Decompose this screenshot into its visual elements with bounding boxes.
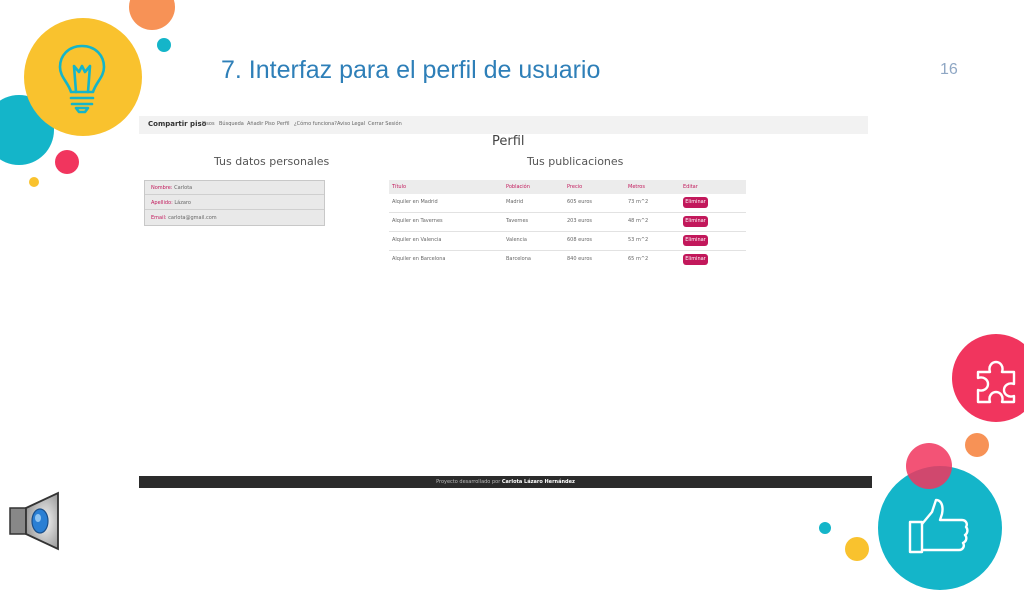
cell-metros: 53 m^2 [628,237,649,243]
cell-poblacion: Tavernes [506,218,529,224]
publications-table-header: Título Población Precio Metros Editar [389,180,746,194]
cell-poblacion: Valencia [506,237,527,243]
cell-titulo: Alquiler en Tavernes [392,218,443,224]
website-brand[interactable]: Compartir piso [148,120,206,128]
speaker-icon[interactable] [6,490,70,552]
cell-titulo: Alquiler en Madrid [392,199,438,205]
cell-titulo: Alquiler en Barcelona [392,256,446,262]
thumbs-up-icon [908,498,969,554]
cell-metros: 65 m^2 [628,256,649,262]
decor-circle-cyan-small-top [157,38,171,52]
delete-button[interactable]: Eliminar [683,254,708,265]
decor-circle-cyan-small-right [819,522,831,534]
publications-heading: Tus publicaciones [527,155,624,168]
footer-prefix: Proyecto desarrollado por [436,479,502,485]
nav-link-perfil[interactable]: Perfil [277,121,290,127]
cell-precio: 203 euros [567,218,592,224]
slide-number: 16 [940,61,958,78]
personal-data-heading: Tus datos personales [214,155,330,168]
cell-precio: 840 euros [567,256,592,262]
nav-link-pisos[interactable]: Pisos [202,121,215,127]
personal-row-nombre: Nombre: Carlota [145,181,324,195]
footer-author: Carlota Lázaro Hernández [501,479,575,485]
slide-title: 7. Interfaz para el perfil de usuario [221,56,601,84]
nav-link-aviso-legal[interactable]: Aviso Legal [337,121,365,127]
personal-value: carlota@gmail.com [168,215,217,221]
nav-link-busqueda[interactable]: Búsqueda [219,121,244,127]
table-row: Alquiler en Barcelona Barcelona 840 euro… [389,251,746,269]
website-footer: Proyecto desarrollado por Carlota Lázaro… [139,476,872,488]
nav-link-como-funciona[interactable]: ¿Cómo funciona? [294,121,337,127]
column-header-titulo: Título [392,184,407,190]
column-header-precio: Precio [567,184,583,190]
puzzle-icon [976,360,1016,404]
personal-data-panel: Nombre: Carlota Apellido: Lázaro Email: … [144,180,325,226]
decor-circle-orange-right [965,433,989,457]
personal-label: Nombre: [151,185,175,191]
website-navbar: Compartir piso Pisos Búsqueda Añadir Pis… [139,116,868,134]
nav-link-cerrar-sesion[interactable]: Cerrar Sesión [368,121,402,127]
delete-button[interactable]: Eliminar [683,197,708,208]
decor-circle-yellow-bottom [845,537,869,561]
decor-circle-pink-left [55,150,79,174]
table-row: Alquiler en Madrid Madrid 605 euros 73 m… [389,194,746,213]
personal-row-email: Email: carlota@gmail.com [145,211,324,225]
decor-circle-red-overlap [906,443,952,489]
lightbulb-icon [58,44,106,114]
personal-value: Carlota [174,185,193,191]
table-row: Alquiler en Tavernes Tavernes 203 euros … [389,213,746,232]
column-header-editar: Editar [683,184,698,190]
delete-button[interactable]: Eliminar [683,216,708,227]
cell-precio: 608 euros [567,237,592,243]
table-row: Alquiler en Valencia Valencia 608 euros … [389,232,746,251]
personal-value: Lázaro [174,200,191,206]
column-header-poblacion: Población [506,184,530,190]
nav-link-anadir-piso[interactable]: Añadir Piso [247,121,275,127]
delete-button[interactable]: Eliminar [683,235,708,246]
cell-poblacion: Barcelona [506,256,531,262]
decor-circle-yellow-dot-left [29,177,39,187]
personal-label: Apellido: [151,200,175,206]
cell-precio: 605 euros [567,199,592,205]
personal-label: Email: [151,215,169,221]
profile-heading: Perfil [492,134,525,149]
personal-row-apellido: Apellido: Lázaro [145,196,324,210]
cell-metros: 48 m^2 [628,218,649,224]
cell-metros: 73 m^2 [628,199,649,205]
column-header-metros: Metros [628,184,645,190]
cell-poblacion: Madrid [506,199,524,205]
cell-titulo: Alquiler en Valencia [392,237,442,243]
decor-circle-orange-top [129,0,175,30]
